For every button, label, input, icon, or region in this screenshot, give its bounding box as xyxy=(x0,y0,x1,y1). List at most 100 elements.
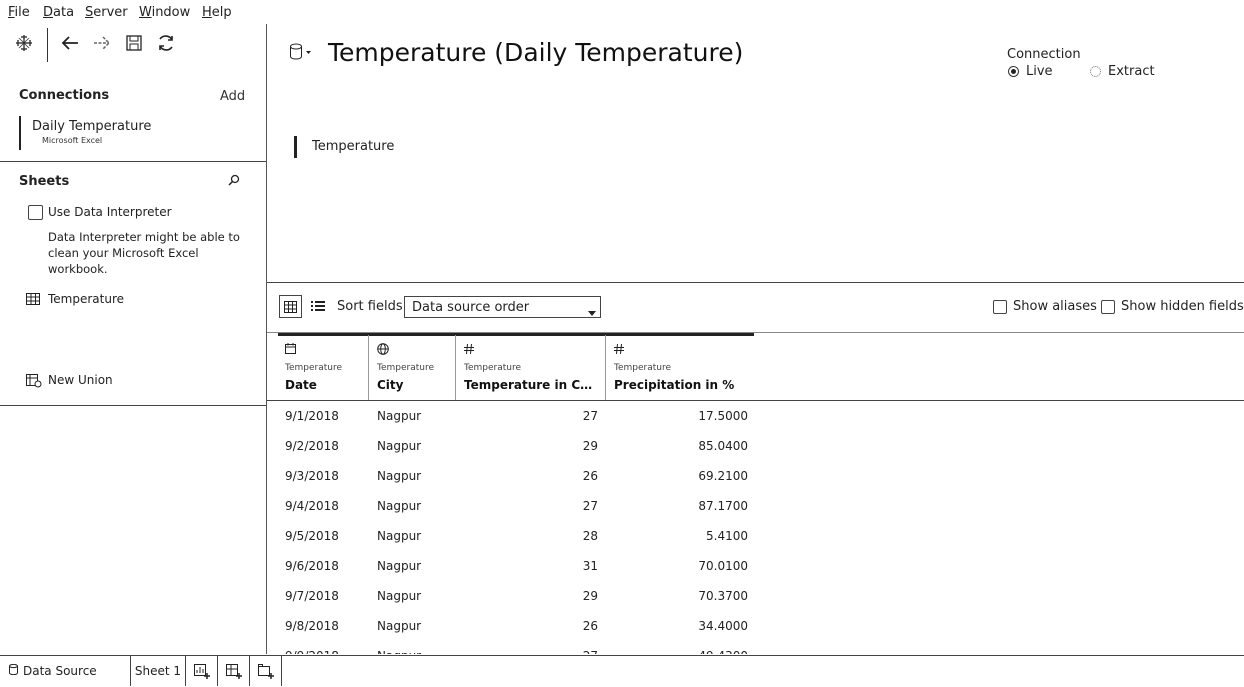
connection-type: Microsoft Excel xyxy=(42,136,103,145)
table-cell: 26 xyxy=(582,619,598,633)
data-interpreter-checkbox[interactable] xyxy=(28,205,43,220)
menu-help[interactable]: Help xyxy=(202,5,232,20)
table-cell: 9/6/2018 xyxy=(285,559,339,573)
table-cell: 9/4/2018 xyxy=(285,499,339,513)
save-icon[interactable] xyxy=(123,32,145,54)
pane-divider[interactable] xyxy=(267,282,1244,283)
sheet-table-icon xyxy=(26,293,40,308)
table-cell: 27 xyxy=(582,499,598,513)
table-cell: 26 xyxy=(582,469,598,483)
show-hidden-label: Show hidden fields xyxy=(1121,299,1244,314)
show-hidden-checkbox[interactable] xyxy=(1101,300,1115,314)
grid-view-icon[interactable] xyxy=(279,295,302,318)
canvas-table-marker xyxy=(294,136,297,158)
add-connection-link[interactable]: Add xyxy=(220,89,245,104)
new-dashboard-icon[interactable] xyxy=(218,656,250,686)
table-cell: 9/7/2018 xyxy=(285,589,339,603)
live-label: Live xyxy=(1026,64,1053,79)
tab-data-source[interactable]: Data Source xyxy=(0,656,131,686)
table-cell: 87.1700 xyxy=(698,499,748,513)
menu-server[interactable]: Server xyxy=(85,5,128,20)
tab-data-source-label: Data Source xyxy=(23,664,97,678)
number-icon[interactable] xyxy=(464,343,474,357)
show-aliases-checkbox[interactable] xyxy=(993,300,1007,314)
data-grid: 9/1/2018 Nagpur 27 17.5000 9/2/2018 Nagpur 29 8… xyxy=(267,401,1244,654)
bottom-tab-bar: Data Source Sheet 1 xyxy=(0,655,1244,687)
column-name: Date xyxy=(285,378,317,392)
sort-fields-value: Data source order xyxy=(412,300,530,315)
table-cell: 34.4000 xyxy=(698,619,748,633)
back-arrow-icon[interactable] xyxy=(59,32,81,54)
table-cell: 27 xyxy=(457,649,598,654)
tab-sheet1[interactable]: Sheet 1 xyxy=(131,656,186,686)
table-cell: 29 xyxy=(582,589,598,603)
connection-marker xyxy=(19,116,21,150)
number-icon[interactable] xyxy=(614,343,624,357)
table-cell: Nagpur xyxy=(377,559,422,573)
left-panel: Connections Add Daily Temperature Micros… xyxy=(0,24,267,654)
column-source: Temperature xyxy=(285,363,343,373)
page-title[interactable]: Temperature (Daily Temperature) xyxy=(328,38,743,67)
connection-label: Connection xyxy=(1007,47,1081,62)
extract-radio[interactable] xyxy=(1090,66,1101,77)
table-cell: Nagpur xyxy=(377,649,457,654)
column-name: Precipitation in % xyxy=(614,378,735,392)
table-cell: 29 xyxy=(582,439,598,453)
table-cell: 9/9/2018 xyxy=(285,649,365,654)
sort-fields-label: Sort fields xyxy=(337,299,403,314)
table-cell: Nagpur xyxy=(377,529,422,543)
tab-sheet1-label: Sheet 1 xyxy=(134,664,182,678)
datasource-tab-icon xyxy=(9,663,18,678)
table-cell: 9/8/2018 xyxy=(285,619,339,633)
column-header-temperature[interactable]: Temperature Temperature in Ce... xyxy=(455,335,606,400)
tableau-logo-icon[interactable] xyxy=(13,32,35,54)
toolbar-separator xyxy=(47,28,48,62)
table-cell: 85.0400 xyxy=(698,439,748,453)
table-cell: 9/2/2018 xyxy=(285,439,339,453)
new-story-icon[interactable] xyxy=(250,656,282,686)
column-header-city[interactable]: Temperature City xyxy=(368,335,456,400)
extract-label: Extract xyxy=(1108,64,1155,79)
dropdown-arrow-icon xyxy=(588,305,596,319)
table-cell: 28 xyxy=(582,529,598,543)
table-cell: 17.5000 xyxy=(698,409,748,423)
section-divider xyxy=(0,405,266,406)
menu-data[interactable]: Data xyxy=(43,5,74,20)
table-cell: 69.2100 xyxy=(698,469,748,483)
table-cell: Nagpur xyxy=(377,589,422,603)
sort-fields-dropdown[interactable]: Data source order xyxy=(404,296,601,318)
table-cell: 31 xyxy=(582,559,598,573)
live-radio[interactable] xyxy=(1008,66,1019,77)
table-cell: 49.4300 xyxy=(607,649,748,654)
menu-window[interactable]: Window xyxy=(139,5,190,20)
calendar-icon[interactable] xyxy=(285,343,296,357)
table-cell: 5.4100 xyxy=(706,529,748,543)
column-source: Temperature xyxy=(614,363,672,373)
table-cell: 70.0100 xyxy=(698,559,748,573)
show-aliases-label: Show aliases xyxy=(1013,299,1097,314)
menu-file[interactable]: File xyxy=(8,5,30,20)
column-source: Temperature xyxy=(464,363,522,373)
connection-name[interactable]: Daily Temperature xyxy=(32,119,151,134)
table-cell: 70.3700 xyxy=(698,589,748,603)
section-divider xyxy=(0,161,266,162)
sheets-title: Sheets xyxy=(19,174,70,189)
list-view-icon[interactable] xyxy=(311,300,325,315)
datasource-icon[interactable] xyxy=(289,43,311,64)
search-icon[interactable] xyxy=(228,174,240,189)
canvas-table-temperature[interactable]: Temperature xyxy=(312,139,394,154)
globe-icon[interactable] xyxy=(377,343,389,358)
column-header-date[interactable]: Temperature Date xyxy=(276,335,369,400)
forward-arrow-icon[interactable] xyxy=(91,32,113,54)
table-cell: 9/3/2018 xyxy=(285,469,339,483)
column-name: City xyxy=(377,378,404,392)
column-header-precipitation[interactable]: Temperature Precipitation in % xyxy=(605,335,755,400)
sheet-item-temperature[interactable]: Temperature xyxy=(48,292,124,306)
refresh-icon[interactable] xyxy=(155,32,177,54)
new-worksheet-icon[interactable] xyxy=(186,656,218,686)
table-cell: Nagpur xyxy=(377,409,422,423)
new-union-item[interactable]: New Union xyxy=(48,373,113,387)
table-cell: Nagpur xyxy=(377,439,422,453)
column-source: Temperature xyxy=(377,363,435,373)
table-cell: 27 xyxy=(582,409,598,423)
